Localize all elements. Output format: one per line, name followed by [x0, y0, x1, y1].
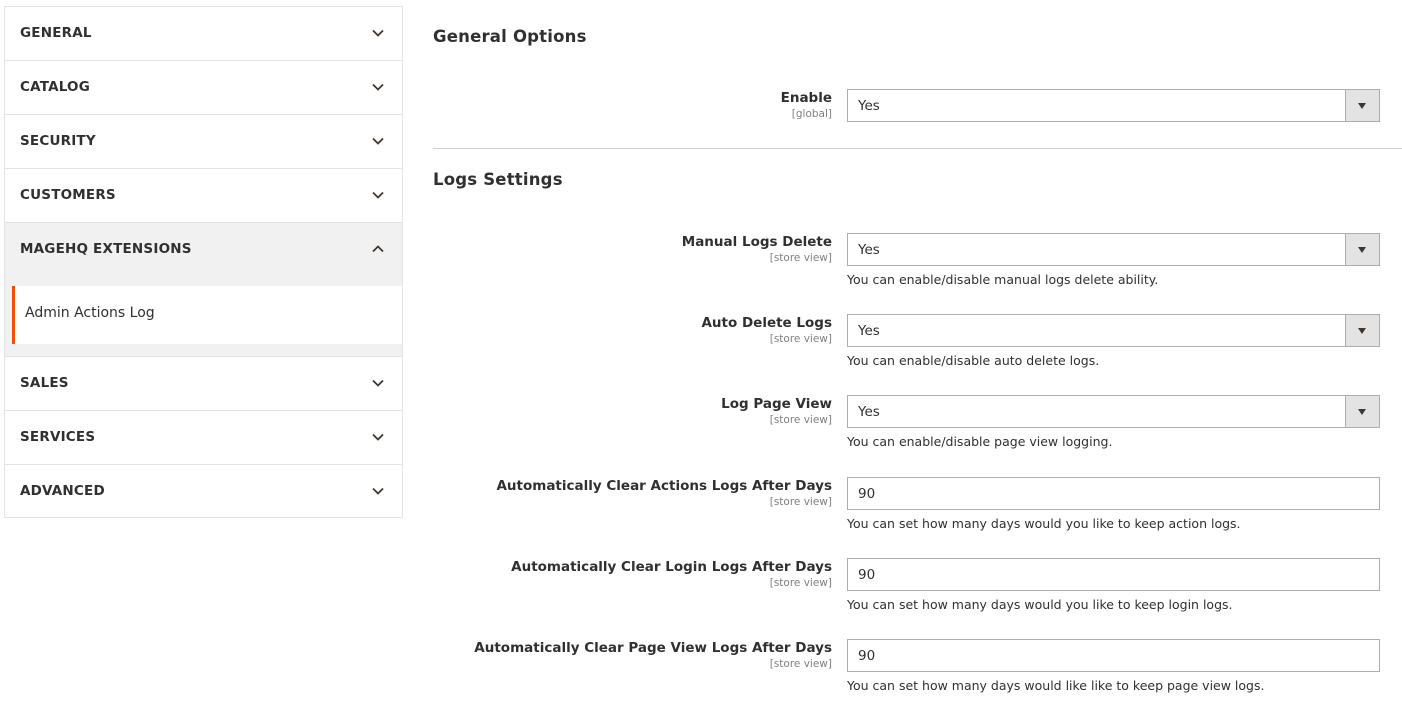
chevron-down-icon: [372, 433, 384, 441]
field-scope: [store view]: [769, 577, 832, 589]
caret-down-icon: [1358, 247, 1366, 253]
caret-down-icon: [1358, 328, 1366, 334]
sidebar-section-catalog[interactable]: CATALOG: [4, 60, 403, 114]
select-arrow: [1345, 90, 1379, 121]
sidebar-section-label: CUSTOMERS: [20, 187, 116, 203]
chevron-down-icon: [372, 379, 384, 387]
select-arrow: [1345, 234, 1379, 265]
select-arrow: [1345, 396, 1379, 427]
manual-logs-delete-select[interactable]: Yes: [847, 233, 1380, 266]
clear-actions-logs-days-input[interactable]: 90: [847, 477, 1380, 510]
select-value: Yes: [858, 323, 880, 339]
select-value: Yes: [858, 242, 880, 258]
field-scope: [store view]: [769, 496, 832, 508]
sidebar-section-label: SALES: [20, 375, 69, 391]
config-sidebar: GENERAL CATALOG SECURITY CUSTOMERS MAGEH…: [4, 6, 403, 518]
sidebar-section-label: SERVICES: [20, 429, 96, 445]
enable-select[interactable]: Yes: [847, 89, 1380, 122]
field-scope: [store view]: [769, 414, 832, 426]
field-scope: [store view]: [769, 333, 832, 345]
select-value: Yes: [858, 404, 880, 420]
select-value: Yes: [858, 98, 880, 114]
chevron-up-icon: [372, 245, 384, 253]
clear-page-view-logs-days-input[interactable]: 90: [847, 639, 1380, 672]
chevron-down-icon: [372, 29, 384, 37]
chevron-down-icon: [372, 191, 384, 199]
config-main: General Options Enable [global] Yes Logs…: [433, 0, 1402, 714]
logs-settings-title[interactable]: Logs Settings: [433, 170, 563, 189]
sidebar-section-services[interactable]: SERVICES: [4, 410, 403, 464]
field-label: Manual Logs Delete: [681, 234, 832, 250]
field-label: Auto Delete Logs: [701, 315, 832, 331]
sidebar-section-advanced[interactable]: ADVANCED: [4, 464, 403, 518]
sidebar-section-general[interactable]: GENERAL: [4, 6, 403, 60]
field-scope: [global]: [791, 108, 832, 120]
field-note: You can set how many days would like lik…: [847, 678, 1265, 693]
select-arrow: [1345, 315, 1379, 346]
field-label: Log Page View: [721, 396, 832, 412]
sidebar-section-security[interactable]: SECURITY: [4, 114, 403, 168]
sidebar-section-customers[interactable]: CUSTOMERS: [4, 168, 403, 222]
sidebar-section-label: MAGEHQ EXTENSIONS: [20, 241, 192, 257]
chevron-down-icon: [372, 137, 384, 145]
sidebar-section-label: CATALOG: [20, 79, 90, 95]
field-scope: [store view]: [769, 252, 832, 264]
sidebar-section-magehq-extensions[interactable]: MAGEHQ EXTENSIONS: [4, 222, 403, 276]
field-note: You can enable/disable auto delete logs.: [847, 353, 1100, 368]
sidebar-section-label: GENERAL: [20, 25, 92, 41]
log-page-view-select[interactable]: Yes: [847, 395, 1380, 428]
field-note: You can set how many days would you like…: [847, 516, 1241, 531]
sidebar-section-sales[interactable]: SALES: [4, 356, 403, 410]
field-note: You can enable/disable page view logging…: [847, 434, 1113, 449]
sidebar-section-label: ADVANCED: [20, 483, 105, 499]
sidebar-item-label: Admin Actions Log: [25, 305, 155, 321]
sidebar-submenu: Admin Actions Log: [4, 276, 403, 356]
general-options-title[interactable]: General Options: [433, 27, 587, 46]
input-value: 90: [858, 567, 876, 583]
chevron-down-icon: [372, 487, 384, 495]
section-divider: [433, 148, 1402, 149]
field-scope: [store view]: [769, 658, 832, 670]
field-label: Enable: [780, 90, 832, 106]
input-value: 90: [858, 486, 876, 502]
field-note: You can enable/disable manual logs delet…: [847, 272, 1159, 287]
field-label: Automatically Clear Login Logs After Day…: [511, 559, 832, 575]
field-label: Automatically Clear Actions Logs After D…: [496, 478, 832, 494]
clear-login-logs-days-input[interactable]: 90: [847, 558, 1380, 591]
auto-delete-logs-select[interactable]: Yes: [847, 314, 1380, 347]
field-label: Automatically Clear Page View Logs After…: [474, 640, 832, 656]
sidebar-section-label: SECURITY: [20, 133, 96, 149]
chevron-down-icon: [372, 83, 384, 91]
input-value: 90: [858, 648, 876, 664]
field-note: You can set how many days would you like…: [847, 597, 1233, 612]
caret-down-icon: [1358, 103, 1366, 109]
sidebar-item-admin-actions-log[interactable]: Admin Actions Log: [12, 286, 402, 344]
caret-down-icon: [1358, 409, 1366, 415]
